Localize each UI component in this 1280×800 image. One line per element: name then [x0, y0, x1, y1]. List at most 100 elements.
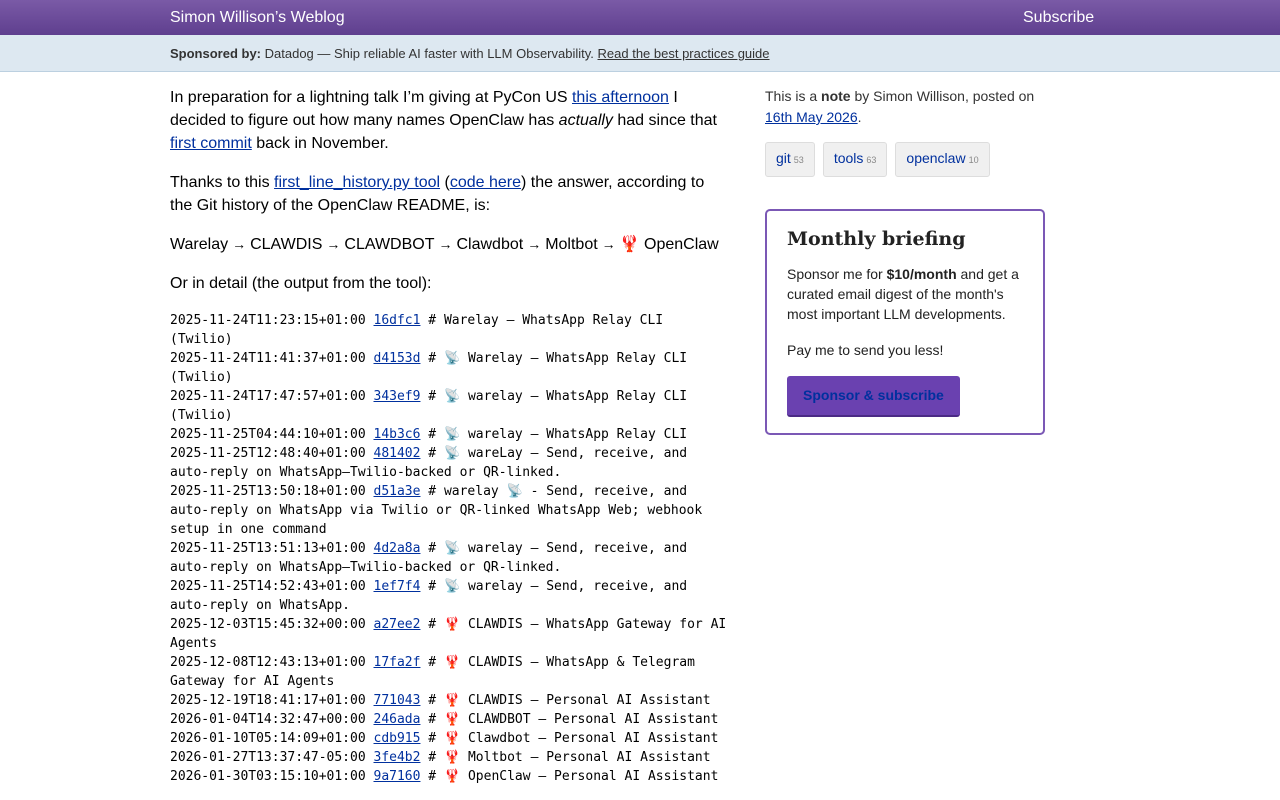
text: . [857, 109, 862, 125]
commit-line: 2026-01-10T05:14:09+01:00 cdb915 # 🦞 Cla… [170, 731, 718, 746]
article-body: In preparation for a lightning talk I’m … [170, 86, 730, 786]
chain-name: Moltbot [545, 236, 598, 253]
commit-hash-link[interactable]: cdb915 [374, 731, 421, 746]
price: $10/month [886, 266, 957, 282]
commit-date: 2025-12-03T15:45:32+00:00 [170, 617, 366, 632]
commit-hash-link[interactable]: 771043 [374, 693, 421, 708]
name-chain: Warelay → CLAWDIS → CLAWDBOT → Clawdbot → Moltbo… [170, 233, 730, 256]
commit-date: 2025-12-08T12:43:13+01:00 [170, 655, 366, 670]
commit-date: 2025-11-25T14:52:43+01:00 [170, 579, 366, 594]
commit-line: 2026-01-04T14:32:47+00:00 246ada # 🦞 CLA… [170, 712, 718, 727]
text: back in November. [251, 135, 389, 152]
commit-date: 2025-11-25T12:48:40+01:00 [170, 446, 366, 461]
commit-line: 2025-12-19T18:41:17+01:00 771043 # 🦞 CLA… [170, 693, 711, 708]
tag-git[interactable]: git 53 [765, 142, 815, 177]
briefing-text: Sponsor me for $10/month and get a curat… [787, 264, 1023, 324]
commit-hash-link[interactable]: d51a3e [374, 484, 421, 499]
commit-hash-link[interactable]: 1ef7f4 [374, 579, 421, 594]
commit-message: # 🦞 CLAWDIS — Personal AI Assistant [428, 693, 711, 708]
commit-hash-link[interactable]: a27ee2 [374, 617, 421, 632]
chain-name: CLAWDIS [250, 236, 323, 253]
arrow-icon: → [438, 236, 453, 252]
commit-hash-link[interactable]: 343ef9 [374, 389, 421, 404]
commit-date: 2026-01-30T03:15:10+01:00 [170, 769, 366, 784]
monthly-briefing-box: Monthly briefing Sponsor me for $10/mont… [765, 209, 1045, 435]
commit-date: 2025-11-25T13:50:18+01:00 [170, 484, 366, 499]
tag-tools[interactable]: tools 63 [822, 142, 888, 177]
commit-date: 2025-11-25T13:51:13+01:00 [170, 541, 366, 556]
commit-line: 2025-11-25T04:44:10+01:00 14b3c6 # 📡 war… [170, 427, 687, 442]
commit-line: 2025-11-25T12:48:40+01:00 481402 # 📡 war… [170, 446, 695, 480]
tag-count: 53 [793, 155, 804, 165]
commit-line: 2026-01-30T03:15:10+01:00 9a7160 # 🦞 Ope… [170, 769, 718, 784]
sponsor-banner: Sponsored by: Datadog — Ship reliable AI… [0, 35, 1280, 72]
commit-date: 2025-12-19T18:41:17+01:00 [170, 693, 366, 708]
arrow-icon: → [527, 236, 542, 252]
sponsor-subscribe-button[interactable]: Sponsor & subscribe [787, 376, 960, 417]
commit-message: # 🦞 Moltbot — Personal AI Assistant [428, 750, 711, 765]
commit-line: 2025-12-08T12:43:13+01:00 17fa2f # 🦞 CLA… [170, 655, 703, 689]
tag-count: 63 [866, 155, 877, 165]
sponsor-text: Datadog — Ship reliable AI faster with L… [264, 46, 594, 61]
commit-line: 2025-11-25T14:52:43+01:00 1ef7f4 # 📡 war… [170, 579, 695, 613]
tag-label: git [776, 150, 791, 166]
sidebar: This is a note by Simon Willison, posted… [765, 86, 1045, 435]
text: Thanks to this [170, 174, 275, 191]
commit-line: 2025-11-24T17:47:57+01:00 343ef9 # 📡 war… [170, 389, 695, 423]
tool-paragraph: Thanks to this first_line_history.py too… [170, 171, 730, 217]
commit-hash-link[interactable]: 3fe4b2 [374, 750, 421, 765]
commit-hash-link[interactable]: 4d2a8a [374, 541, 421, 556]
commit-line: 2025-11-25T13:50:18+01:00 d51a3e # warel… [170, 484, 710, 537]
code-here-link[interactable]: code here [450, 174, 521, 191]
commit-hash-link[interactable]: 481402 [374, 446, 421, 461]
commit-line: 2025-11-24T11:23:15+01:00 16dfc1 # Warel… [170, 313, 671, 347]
tag-list: git 53 tools 63 openclaw 10 [765, 142, 1045, 177]
commit-line: 2025-11-24T11:41:37+01:00 d4153d # 📡 War… [170, 351, 695, 385]
intro-paragraph: In preparation for a lightning talk I’m … [170, 86, 730, 155]
commit-hash-link[interactable]: 14b3c6 [374, 427, 421, 442]
commit-line: 2026-01-27T13:37:47-05:00 3fe4b2 # 🦞 Mol… [170, 750, 711, 765]
commit-date: 2025-11-24T11:41:37+01:00 [170, 351, 366, 366]
text: ( [440, 174, 450, 191]
commit-date: 2026-01-10T05:14:09+01:00 [170, 731, 366, 746]
commit-date: 2025-11-25T04:44:10+01:00 [170, 427, 366, 442]
commit-message: # 🦞 CLAWDBOT — Personal AI Assistant [428, 712, 719, 727]
commit-date: 2026-01-27T13:37:47-05:00 [170, 750, 366, 765]
commit-line: 2025-12-03T15:45:32+00:00 a27ee2 # 🦞 CLA… [170, 617, 734, 651]
text: Sponsor me for [787, 266, 887, 282]
briefing-title: Monthly briefing [787, 228, 966, 250]
commit-hash-link[interactable]: 246ada [374, 712, 421, 727]
text: note [821, 88, 851, 104]
this-afternoon-link[interactable]: this afternoon [572, 89, 669, 106]
text: by Simon Willison, posted on [850, 88, 1035, 104]
commit-message: # 🦞 OpenClaw — Personal AI Assistant [428, 769, 719, 784]
chain-name: Clawdbot [456, 236, 524, 253]
chain-name: 🦞 OpenClaw [619, 236, 719, 253]
chain-name: Warelay [170, 236, 229, 253]
text: In preparation for a lightning talk I’m … [170, 89, 572, 106]
commit-date: 2026-01-04T14:32:47+00:00 [170, 712, 366, 727]
tag-openclaw[interactable]: openclaw 10 [895, 142, 990, 177]
commit-hash-link[interactable]: 17fa2f [374, 655, 421, 670]
commit-message: # 🦞 Clawdbot — Personal AI Assistant [428, 731, 719, 746]
commit-hash-link[interactable]: d4153d [374, 351, 421, 366]
tag-label: tools [833, 150, 864, 166]
sponsor-link[interactable]: Read the best practices guide [598, 46, 770, 61]
text: This is a [765, 88, 822, 104]
site-header: Simon Willison’s Weblog Subscribe [0, 0, 1280, 35]
commit-date: 2025-11-24T17:47:57+01:00 [170, 389, 366, 404]
commit-message: # 📡 warelay — WhatsApp Relay CLI [428, 427, 688, 442]
post-date-link[interactable]: 16th May 2026 [765, 109, 858, 125]
commit-hash-link[interactable]: 9a7160 [374, 769, 421, 784]
tool-link[interactable]: first_line_history.py tool [274, 174, 440, 191]
subscribe-link[interactable]: Subscribe [1023, 9, 1094, 27]
detail-paragraph: Or in detail (the output from the tool): [170, 275, 432, 292]
commit-hash-link[interactable]: 16dfc1 [374, 313, 421, 328]
site-title[interactable]: Simon Willison’s Weblog [170, 9, 345, 27]
briefing-text-2: Pay me to send you less! [787, 342, 944, 358]
first-commit-link[interactable]: first commit [170, 135, 252, 152]
post-meta: This is a note by Simon Willison, posted… [765, 86, 1045, 128]
commit-line: 2025-11-25T13:51:13+01:00 4d2a8a # 📡 war… [170, 541, 695, 575]
tag-count: 10 [968, 155, 979, 165]
arrow-icon: → [326, 236, 341, 252]
